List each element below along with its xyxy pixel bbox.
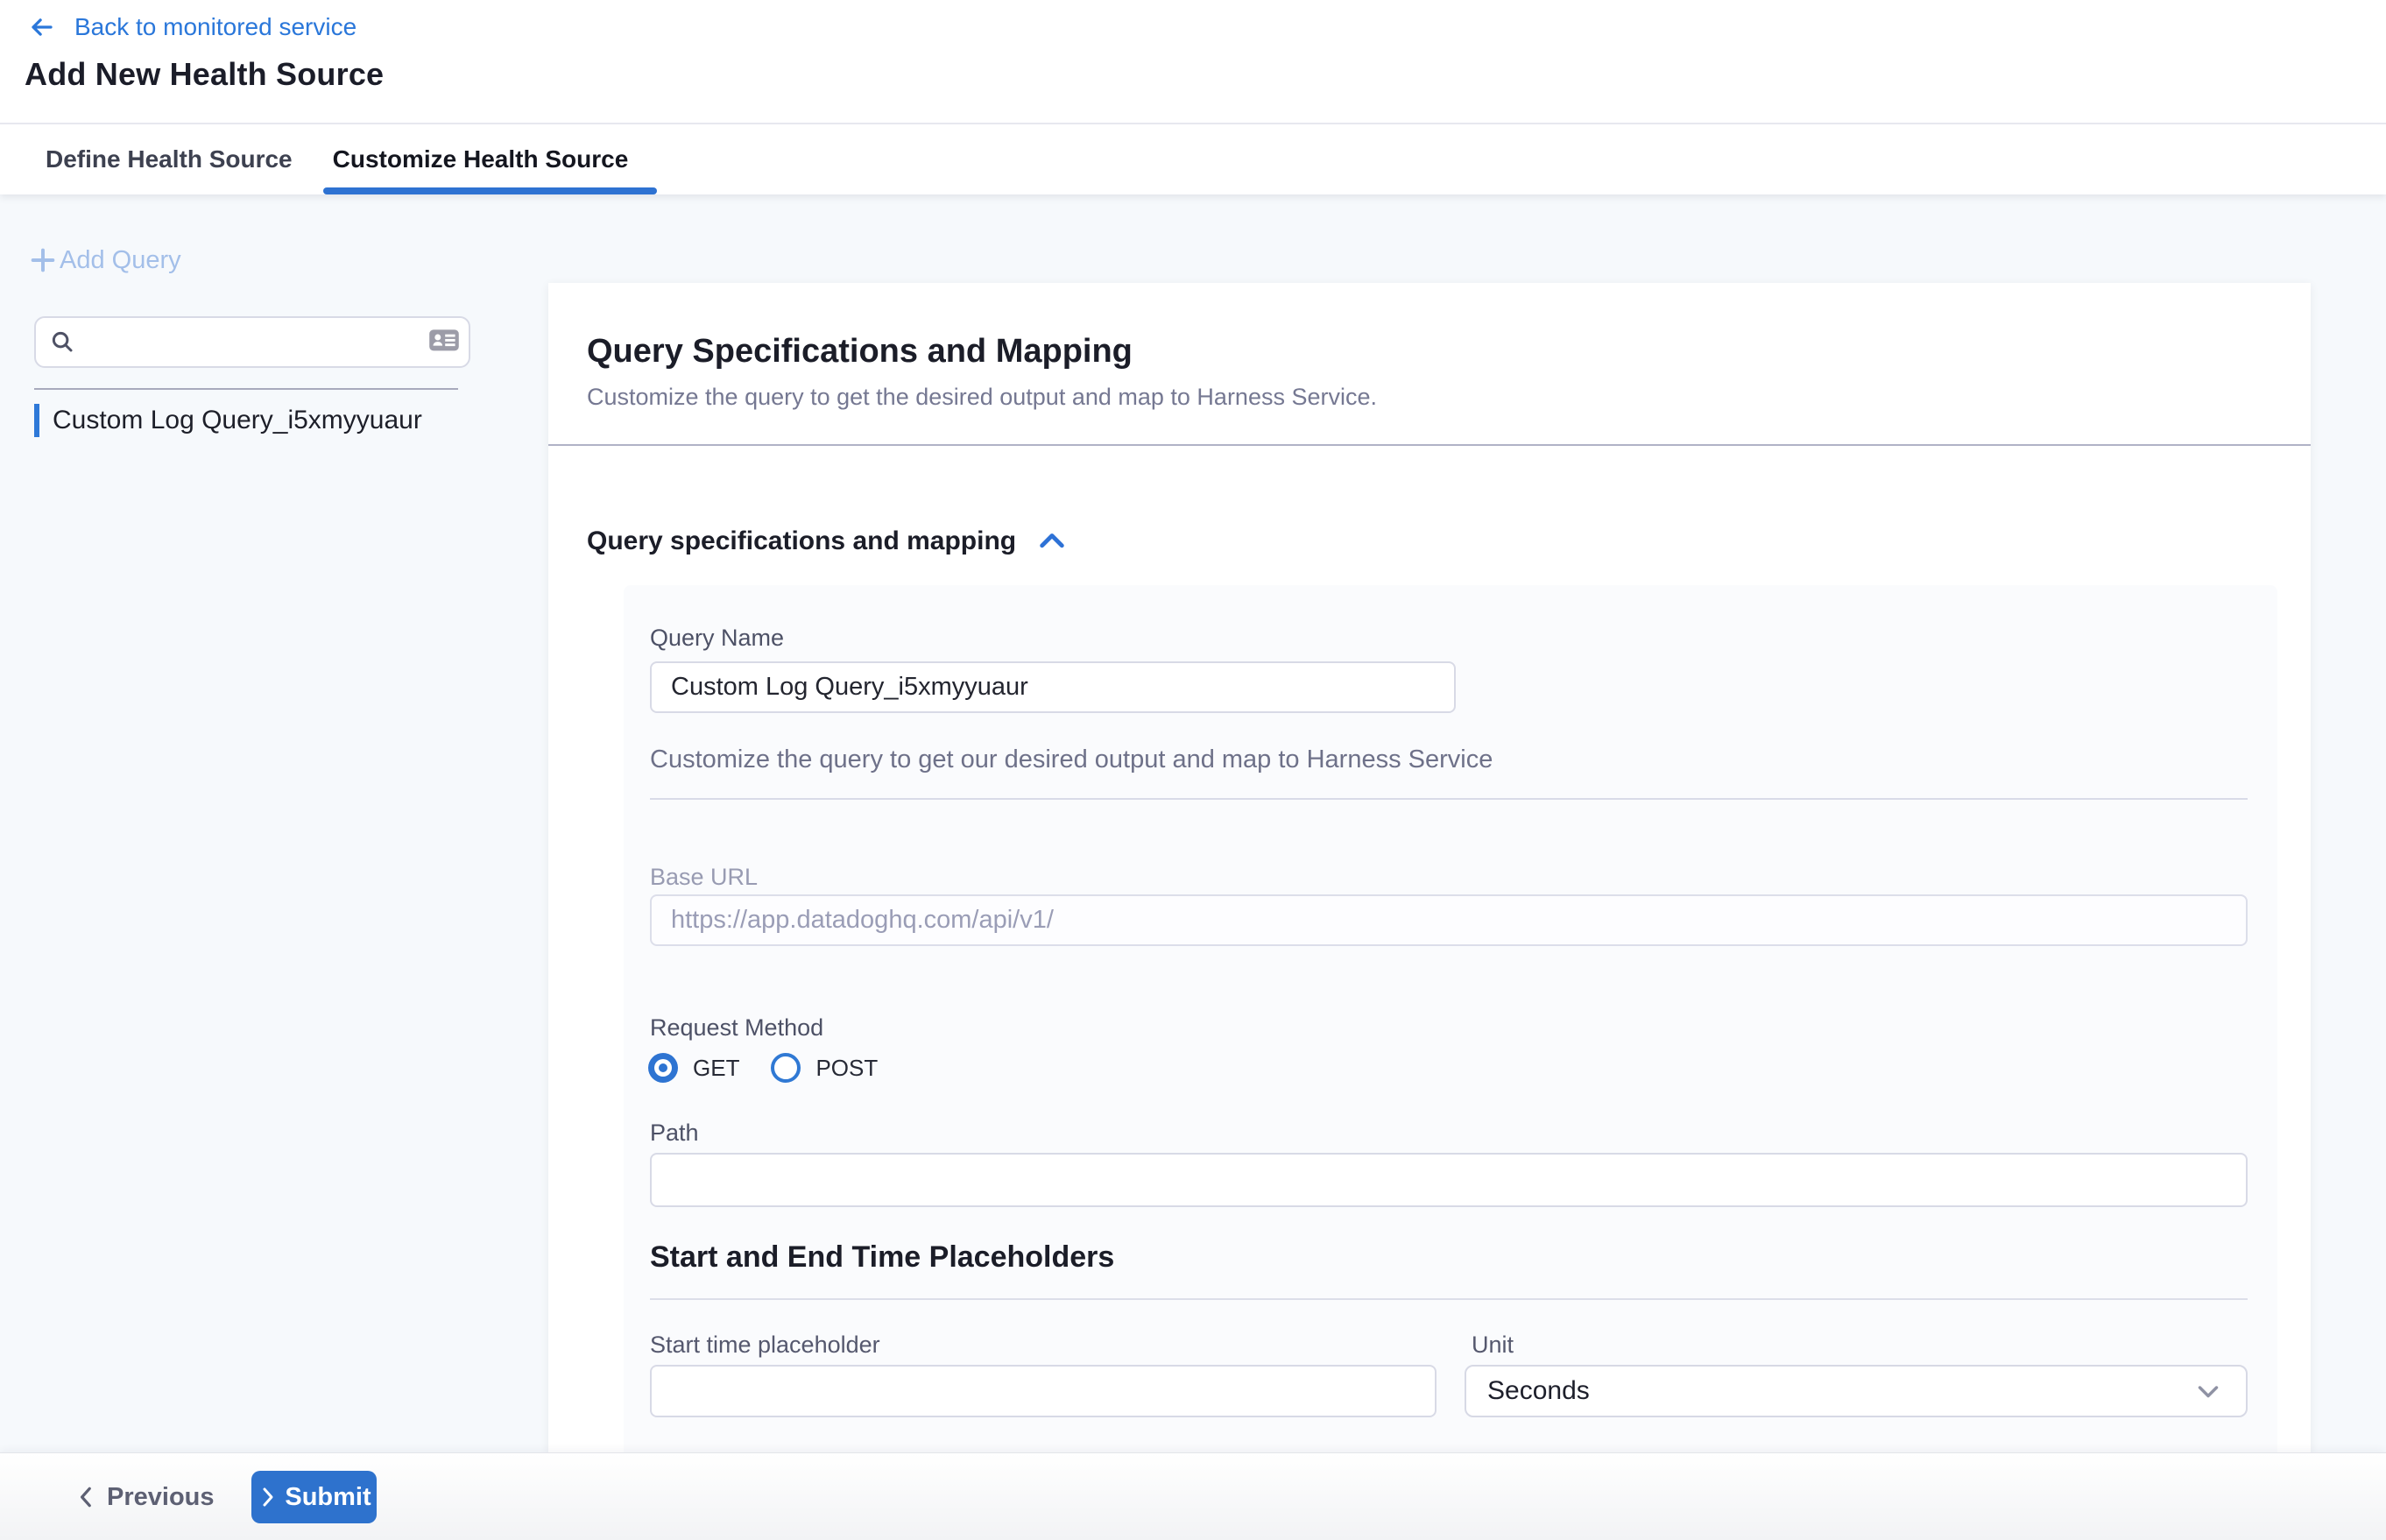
selected-indicator-bar: [34, 404, 39, 437]
add-query-label: Add Query: [60, 246, 181, 275]
previous-label: Previous: [107, 1483, 215, 1512]
chevron-left-icon: [75, 1485, 98, 1509]
request-method-radio-group: GET POST: [648, 1053, 878, 1083]
page-title: Add New Health Source: [25, 56, 384, 93]
radio-get-label: GET: [693, 1055, 739, 1082]
request-method-label: Request Method: [650, 1014, 823, 1042]
chevron-up-icon[interactable]: [1037, 528, 1067, 555]
main-panel: Query Specifications and Mapping Customi…: [548, 283, 2311, 1452]
wizard-footer: Previous Submit: [0, 1452, 2386, 1540]
base-url-input: [650, 894, 2248, 946]
section-title: Query specifications and mapping: [587, 526, 1016, 556]
radio-post-unselected[interactable]: [771, 1053, 801, 1083]
submit-label: Submit: [285, 1483, 371, 1512]
submit-button[interactable]: Submit: [251, 1471, 377, 1523]
query-form-card: Query Name Customize the query to get ou…: [624, 585, 2277, 1452]
query-name-helper: Customize the query to get our desired o…: [650, 745, 1493, 774]
back-to-monitored-service-link[interactable]: Back to monitored service: [29, 11, 356, 44]
base-url-label: Base URL: [650, 864, 758, 891]
search-icon: [49, 328, 75, 355]
tab-bar: Define Health Source Customize Health So…: [46, 124, 628, 194]
radio-get-selected[interactable]: [648, 1053, 678, 1083]
query-sidebar: Add Query Custom Log Query_i5xm: [0, 194, 548, 1452]
path-label: Path: [650, 1120, 699, 1147]
page-header: Back to monitored service Add New Health…: [0, 0, 2386, 194]
active-tab-underline: [323, 187, 657, 194]
start-time-placeholder-label: Start time placeholder: [650, 1332, 880, 1359]
plus-icon: [28, 245, 60, 275]
unit-select[interactable]: Seconds: [1465, 1365, 2248, 1417]
start-time-placeholder-input[interactable]: [650, 1365, 1437, 1417]
unit-select-value: Seconds: [1487, 1376, 2192, 1406]
chevron-down-icon: [2192, 1374, 2225, 1408]
time-placeholders-heading: Start and End Time Placeholders: [650, 1240, 1114, 1275]
tab-customize-health-source[interactable]: Customize Health Source: [333, 145, 629, 173]
field-divider: [650, 798, 2248, 800]
tab-define-health-source[interactable]: Define Health Source: [46, 145, 293, 173]
panel-divider: [548, 444, 2311, 446]
add-health-source-page: Back to monitored service Add New Health…: [0, 0, 2386, 1540]
chevron-right-icon: [257, 1486, 278, 1508]
radio-option-post[interactable]: POST: [771, 1053, 878, 1083]
query-item-label: Custom Log Query_i5xmyyuaur: [53, 406, 422, 435]
panel-subheading: Customize the query to get the desired o…: [587, 384, 1377, 411]
query-list-item-selected[interactable]: Custom Log Query_i5xmyyuaur: [34, 403, 490, 438]
section-divider: [650, 1298, 2248, 1300]
radio-post-label: POST: [815, 1055, 878, 1082]
add-query-button[interactable]: Add Query: [28, 245, 181, 275]
query-name-label: Query Name: [650, 625, 784, 652]
unit-label: Unit: [1472, 1332, 1514, 1359]
path-input[interactable]: [650, 1153, 2248, 1207]
query-name-input[interactable]: [650, 661, 1456, 713]
panel-heading: Query Specifications and Mapping: [587, 333, 1133, 371]
back-link-label: Back to monitored service: [74, 13, 356, 41]
query-search-input[interactable]: [34, 316, 470, 368]
arrow-left-icon: [29, 14, 55, 40]
radio-option-get[interactable]: GET: [648, 1053, 739, 1083]
query-search: [34, 316, 470, 368]
id-card-icon[interactable]: [428, 328, 460, 354]
previous-button[interactable]: Previous: [75, 1476, 215, 1518]
section-collapse-header[interactable]: Query specifications and mapping: [587, 526, 1067, 556]
sidebar-divider: [34, 388, 458, 390]
